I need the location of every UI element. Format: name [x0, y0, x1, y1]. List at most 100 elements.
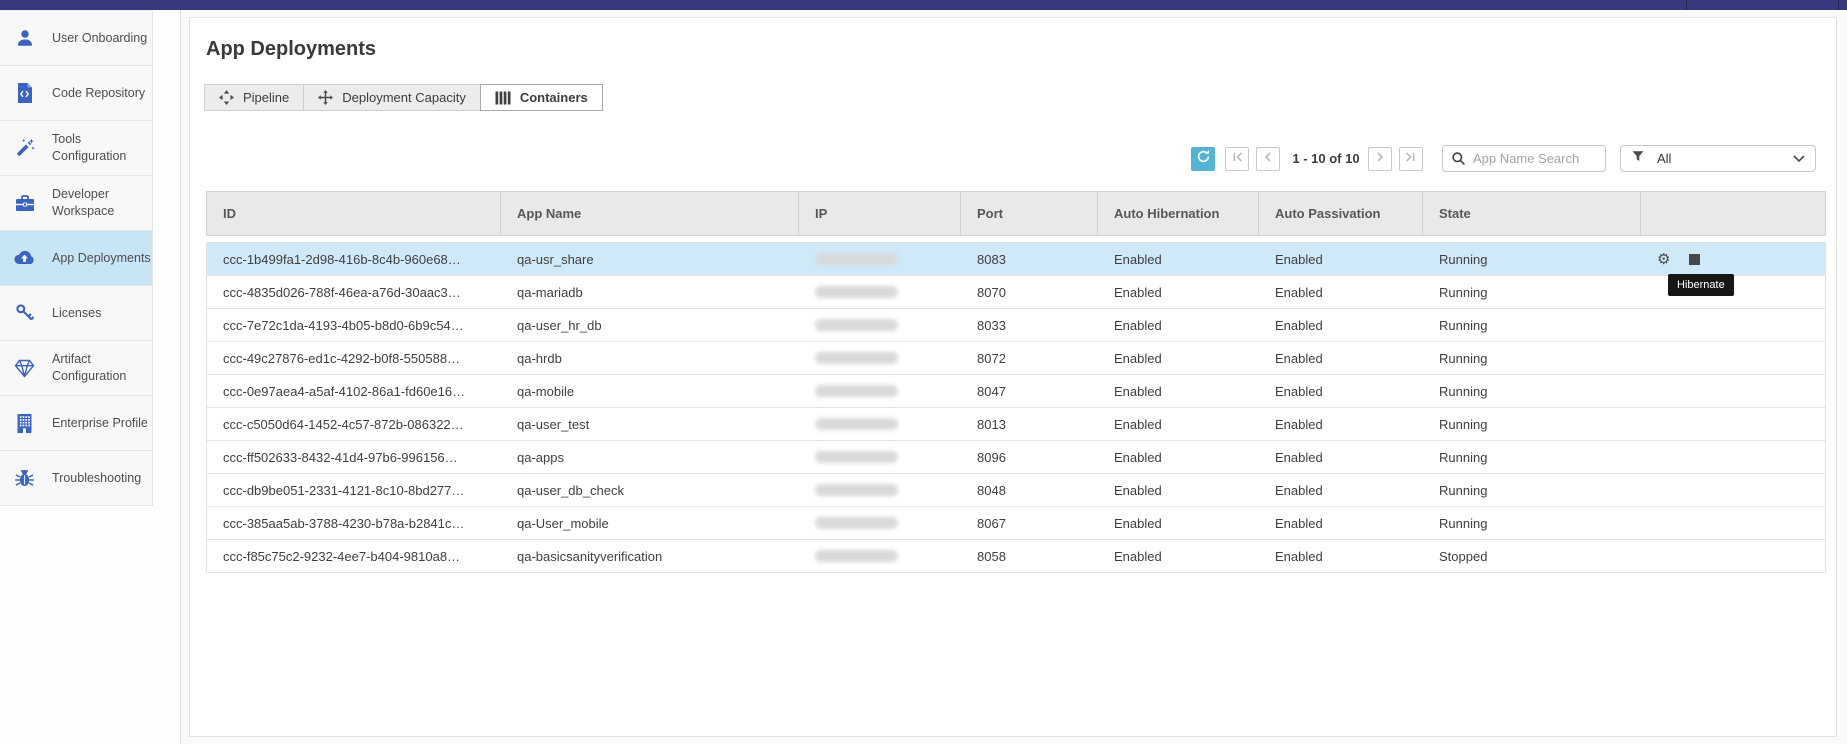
pagination-range-label: 1 - 10 of 10 [1288, 151, 1364, 166]
cell-state: Running [1423, 474, 1641, 506]
cell-port: 8048 [961, 474, 1098, 506]
cell-port: 8047 [961, 375, 1098, 407]
tab-label: Containers [520, 90, 588, 105]
next-page-button[interactable] [1368, 147, 1392, 171]
table-header-row: ID App Name IP Port Auto Hibernation Aut… [206, 191, 1826, 236]
cell-ip [799, 408, 961, 440]
cell-auto-passivation: Enabled [1259, 441, 1423, 473]
table-row[interactable]: ccc-49c27876-ed1c-4292-b0f8-550588… qa-h… [207, 342, 1825, 375]
cell-auto-passivation: Enabled [1259, 540, 1423, 572]
cell-app-name: qa-usr_share [501, 243, 799, 275]
prev-page-icon [1262, 150, 1274, 168]
table-row[interactable]: ccc-385aa5ab-3788-4230-b78a-b2841c… qa-U… [207, 507, 1825, 540]
sidebar-item-user-onboarding[interactable]: User Onboarding [0, 11, 152, 66]
building-icon [13, 412, 36, 434]
redacted-ip-value [815, 385, 898, 397]
col-header-state: State [1423, 192, 1641, 235]
first-page-button[interactable] [1225, 147, 1249, 171]
cell-state: Running [1423, 441, 1641, 473]
prev-page-button[interactable] [1256, 147, 1280, 171]
table-row[interactable]: ccc-0e97aea4-a5af-4102-86a1-fd60e16… qa-… [207, 375, 1825, 408]
refresh-button[interactable] [1191, 147, 1215, 171]
search-icon [1451, 151, 1466, 171]
key-icon [13, 302, 36, 324]
diamond-icon [13, 357, 36, 379]
gear-icon[interactable]: ⚙ [1657, 252, 1670, 267]
cell-app-name: qa-user_test [501, 408, 799, 440]
cell-actions [1641, 375, 1825, 407]
sidebar-item-enterprise-profile[interactable]: Enterprise Profile [0, 396, 152, 451]
redacted-ip-value [815, 286, 898, 298]
cell-ip [799, 342, 961, 374]
cell-ip [799, 507, 961, 539]
cell-actions [1641, 540, 1825, 572]
cell-port: 8067 [961, 507, 1098, 539]
user-icon [13, 27, 36, 49]
table-row[interactable]: ccc-1b499fa1-2d98-416b-8c4b-960e68… qa-u… [207, 243, 1825, 276]
cell-app-name: qa-mobile [501, 375, 799, 407]
cell-id: ccc-49c27876-ed1c-4292-b0f8-550588… [207, 342, 501, 374]
cell-auto-passivation: Enabled [1259, 243, 1423, 275]
redacted-ip-value [815, 319, 898, 331]
cell-auto-passivation: Enabled [1259, 309, 1423, 341]
topbar-divider [1686, 0, 1687, 10]
cell-id: ccc-1b499fa1-2d98-416b-8c4b-960e68… [207, 243, 501, 275]
cell-auto-hibernation: Enabled [1098, 276, 1259, 308]
filter-dropdown[interactable]: All [1620, 145, 1816, 172]
sidebar-item-artifact-configuration[interactable]: Artifact Configuration [0, 341, 152, 396]
col-header-auto-passivation: Auto Passivation [1259, 192, 1423, 235]
redacted-ip-value [815, 253, 898, 265]
magic-wand-icon [13, 137, 36, 159]
cell-app-name: qa-apps [501, 441, 799, 473]
tab-containers[interactable]: Containers [480, 84, 603, 111]
redacted-ip-value [815, 484, 898, 496]
sidebar-item-tools-configuration[interactable]: Tools Configuration [0, 121, 152, 176]
cell-app-name: qa-mariadb [501, 276, 799, 308]
cell-app-name: qa-hrdb [501, 342, 799, 374]
content-card: App Deployments Pipeline Deployment Capa… [189, 17, 1837, 737]
cell-actions [1641, 309, 1825, 341]
redacted-ip-value [815, 517, 898, 529]
cell-auto-hibernation: Enabled [1098, 408, 1259, 440]
col-header-actions [1641, 192, 1825, 235]
tab-pipeline[interactable]: Pipeline [204, 84, 304, 111]
search-input[interactable] [1442, 145, 1606, 172]
table-row[interactable]: ccc-ff502633-8432-41d4-97b6-996156… qa-a… [207, 441, 1825, 474]
cell-state: Running [1423, 342, 1641, 374]
cell-port: 8033 [961, 309, 1098, 341]
tab-deployment-capacity[interactable]: Deployment Capacity [303, 84, 481, 111]
tab-bar: Pipeline Deployment Capacity Containers [204, 84, 1836, 111]
topbar-divider [1838, 0, 1839, 10]
col-header-auto-hibernation: Auto Hibernation [1098, 192, 1259, 235]
cell-id: ccc-7e72c1da-4193-4b05-b8d0-6b9c54… [207, 309, 501, 341]
table-row[interactable]: ccc-f85c75c2-9232-4ee7-b404-9810a8… qa-b… [207, 540, 1825, 573]
sidebar-nav: User Onboarding Code Repository Tools Co… [0, 10, 153, 506]
cell-port: 8096 [961, 441, 1098, 473]
table-row[interactable]: ccc-7e72c1da-4193-4b05-b8d0-6b9c54… qa-u… [207, 309, 1825, 342]
containers-table: ID App Name IP Port Auto Hibernation Aut… [206, 191, 1826, 573]
cell-auto-hibernation: Enabled [1098, 309, 1259, 341]
sidebar-item-code-repository[interactable]: Code Repository [0, 66, 152, 121]
cell-state: Running [1423, 243, 1641, 275]
sidebar-item-app-deployments[interactable]: App Deployments [0, 231, 152, 286]
cell-id: ccc-ff502633-8432-41d4-97b6-996156… [207, 441, 501, 473]
last-page-button[interactable] [1399, 147, 1423, 171]
cell-port: 8013 [961, 408, 1098, 440]
bug-icon [13, 467, 36, 489]
table-row[interactable]: ccc-db9be051-2331-4121-8c10-8bd277… qa-u… [207, 474, 1825, 507]
cell-port: 8083 [961, 243, 1098, 275]
cell-auto-passivation: Enabled [1259, 408, 1423, 440]
table-row[interactable]: ccc-c5050d64-1452-4c57-872b-086322… qa-u… [207, 408, 1825, 441]
stop-square-icon[interactable] [1689, 254, 1700, 265]
table-toolbar: 1 - 10 of 10 [190, 145, 1816, 172]
sidebar-item-licenses[interactable]: Licenses [0, 286, 152, 341]
cell-auto-passivation: Enabled [1259, 375, 1423, 407]
sidebar-item-developer-workspace[interactable]: Developer Workspace [0, 176, 152, 231]
chevron-down-icon [1793, 150, 1805, 168]
cell-state: Running [1423, 375, 1641, 407]
cell-state: Stopped [1423, 540, 1641, 572]
table-row[interactable]: ccc-4835d026-788f-46ea-a76d-30aac3… qa-m… [207, 276, 1825, 309]
sidebar-item-troubleshooting[interactable]: Troubleshooting [0, 451, 152, 506]
cell-app-name: qa-basicsanityverification [501, 540, 799, 572]
cell-id: ccc-c5050d64-1452-4c57-872b-086322… [207, 408, 501, 440]
